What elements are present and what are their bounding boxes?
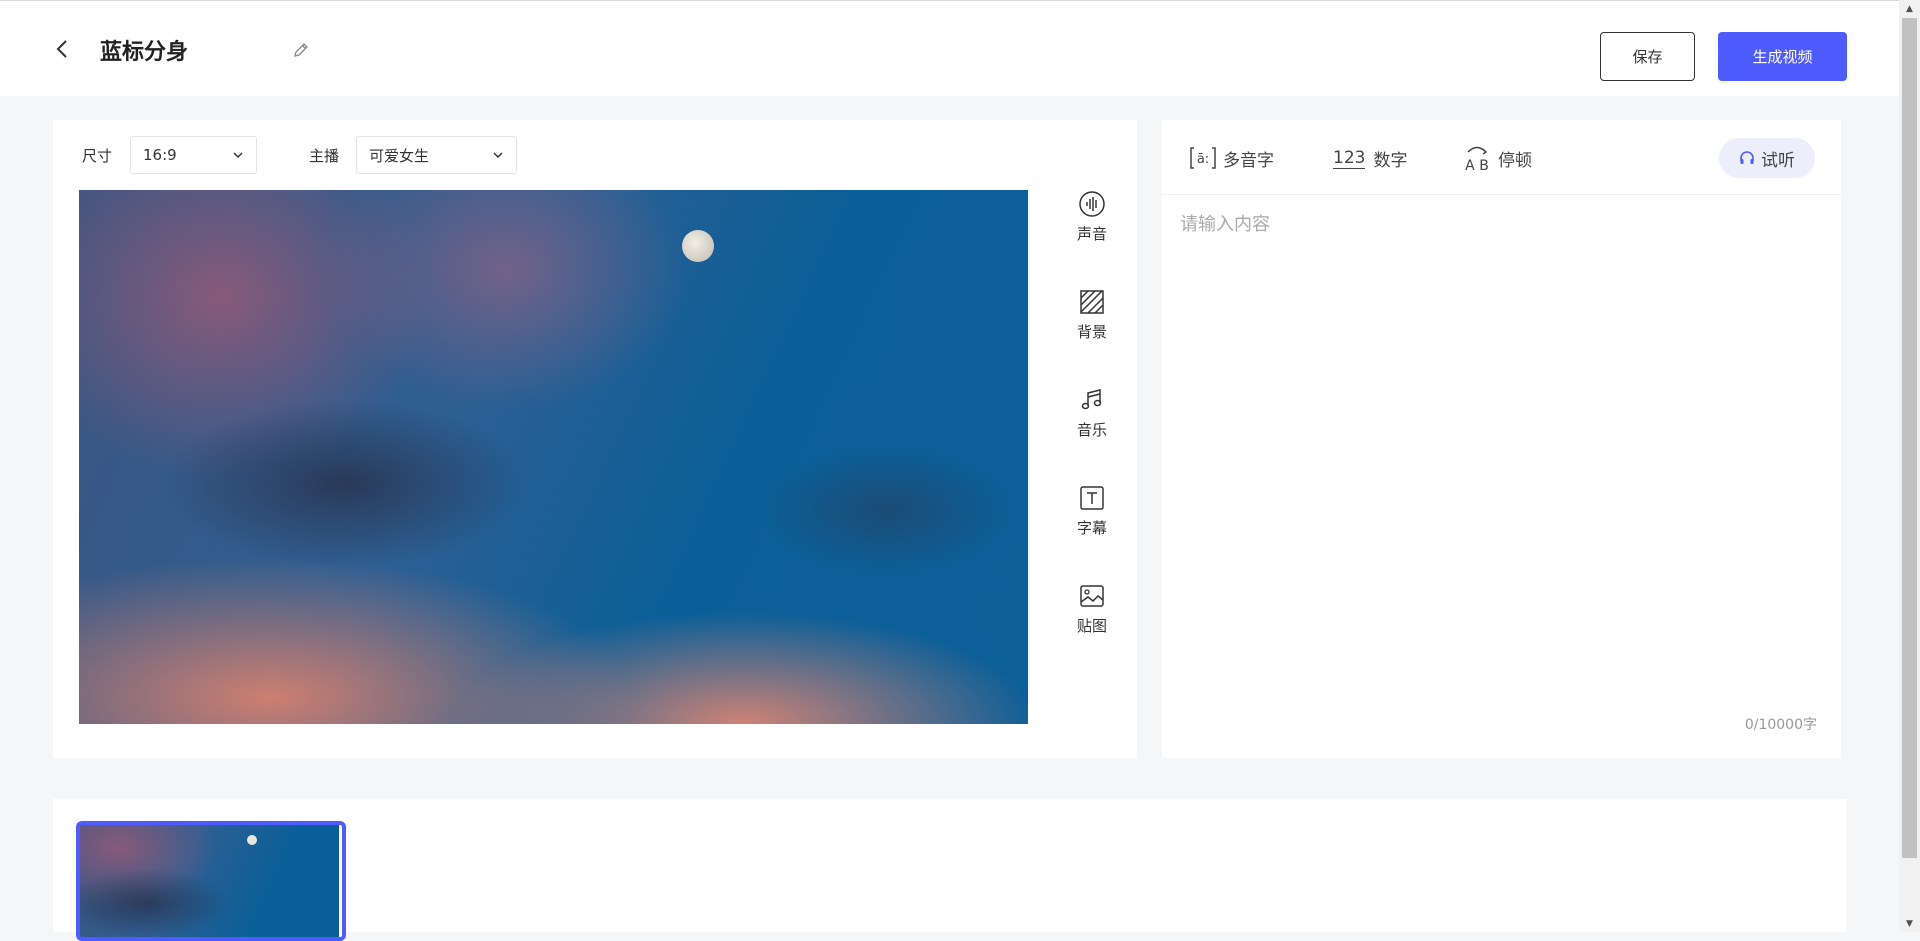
editor-panel: 尺寸 16:9 主播 可爱女生 声音 背景 音乐 字幕 贴图 <box>53 120 1137 758</box>
number-icon: 123 <box>1333 147 1366 169</box>
scrollbar-thumb[interactable] <box>1902 18 1917 858</box>
header-bar: 蓝标分身 保存 生成视频 <box>0 1 1899 96</box>
pause-icon: A B <box>1465 146 1489 172</box>
chevron-down-icon <box>233 152 243 159</box>
tool-voice[interactable]: 声音 <box>1053 190 1131 260</box>
pause-tool[interactable]: A B 停顿 <box>1462 142 1532 174</box>
host-select-value: 可爱女生 <box>369 146 430 165</box>
video-preview-canvas[interactable] <box>79 190 1028 724</box>
sticker-icon <box>1080 585 1104 607</box>
headphones-icon <box>1740 151 1754 164</box>
script-input[interactable] <box>1180 210 1820 710</box>
music-icon <box>1081 389 1102 410</box>
scene-thumbnail[interactable] <box>76 821 346 941</box>
panel-divider <box>1162 194 1841 195</box>
save-button[interactable]: 保存 <box>1600 32 1695 81</box>
number-tool[interactable]: 123 数字 <box>1333 142 1407 174</box>
tool-background[interactable]: 背景 <box>1053 288 1131 358</box>
chevron-down-icon <box>493 152 503 159</box>
subtitle-icon <box>1080 486 1104 510</box>
scene-strip <box>53 799 1846 941</box>
tool-background-label: 背景 <box>1076 323 1107 341</box>
scroll-up-arrow-icon[interactable]: ▲ <box>1899 0 1920 17</box>
edit-pencil-icon[interactable] <box>292 41 310 59</box>
number-label: 数字 <box>1373 150 1408 171</box>
polyphone-label: 多音字 <box>1223 150 1274 171</box>
moon-image-detail <box>247 835 257 845</box>
svg-text:A B: A B <box>1465 158 1489 172</box>
background-icon <box>1080 290 1104 314</box>
tool-subtitle[interactable]: 字幕 <box>1053 484 1131 554</box>
size-select[interactable]: 16:9 <box>130 136 257 174</box>
polyphone-icon: ā: <box>1190 147 1216 169</box>
scroll-down-arrow-icon[interactable]: ▼ <box>1899 915 1920 932</box>
tool-music-label: 音乐 <box>1076 421 1107 439</box>
host-select[interactable]: 可爱女生 <box>356 136 517 174</box>
thumbnail-edge <box>339 825 342 937</box>
page-title: 蓝标分身 <box>100 40 189 65</box>
tool-voice-label: 声音 <box>1076 225 1107 243</box>
size-select-value: 16:9 <box>143 146 177 164</box>
listen-label: 试听 <box>1761 150 1795 171</box>
character-counter: 0/10000字 <box>1744 717 1817 733</box>
tool-subtitle-label: 字幕 <box>1076 519 1107 537</box>
generate-video-button[interactable]: 生成视频 <box>1718 32 1847 81</box>
back-arrow-icon[interactable] <box>52 38 74 60</box>
size-label: 尺寸 <box>82 147 113 165</box>
script-panel: ā: 多音字 123 数字 A B 停顿 试听 0/10000字 <box>1162 120 1841 758</box>
voice-icon <box>1079 191 1105 217</box>
tool-sticker-label: 贴图 <box>1076 617 1107 635</box>
tool-sticker[interactable]: 贴图 <box>1053 582 1131 652</box>
tool-music[interactable]: 音乐 <box>1053 386 1131 456</box>
page-scrollbar[interactable]: ▲ ▼ <box>1899 0 1920 932</box>
listen-button[interactable]: 试听 <box>1719 138 1815 178</box>
moon-image-detail <box>682 230 714 262</box>
host-label: 主播 <box>309 147 340 165</box>
pause-label: 停顿 <box>1498 150 1532 171</box>
svg-text:ā:: ā: <box>1197 152 1209 167</box>
polyphone-tool[interactable]: ā: 多音字 <box>1189 142 1274 174</box>
